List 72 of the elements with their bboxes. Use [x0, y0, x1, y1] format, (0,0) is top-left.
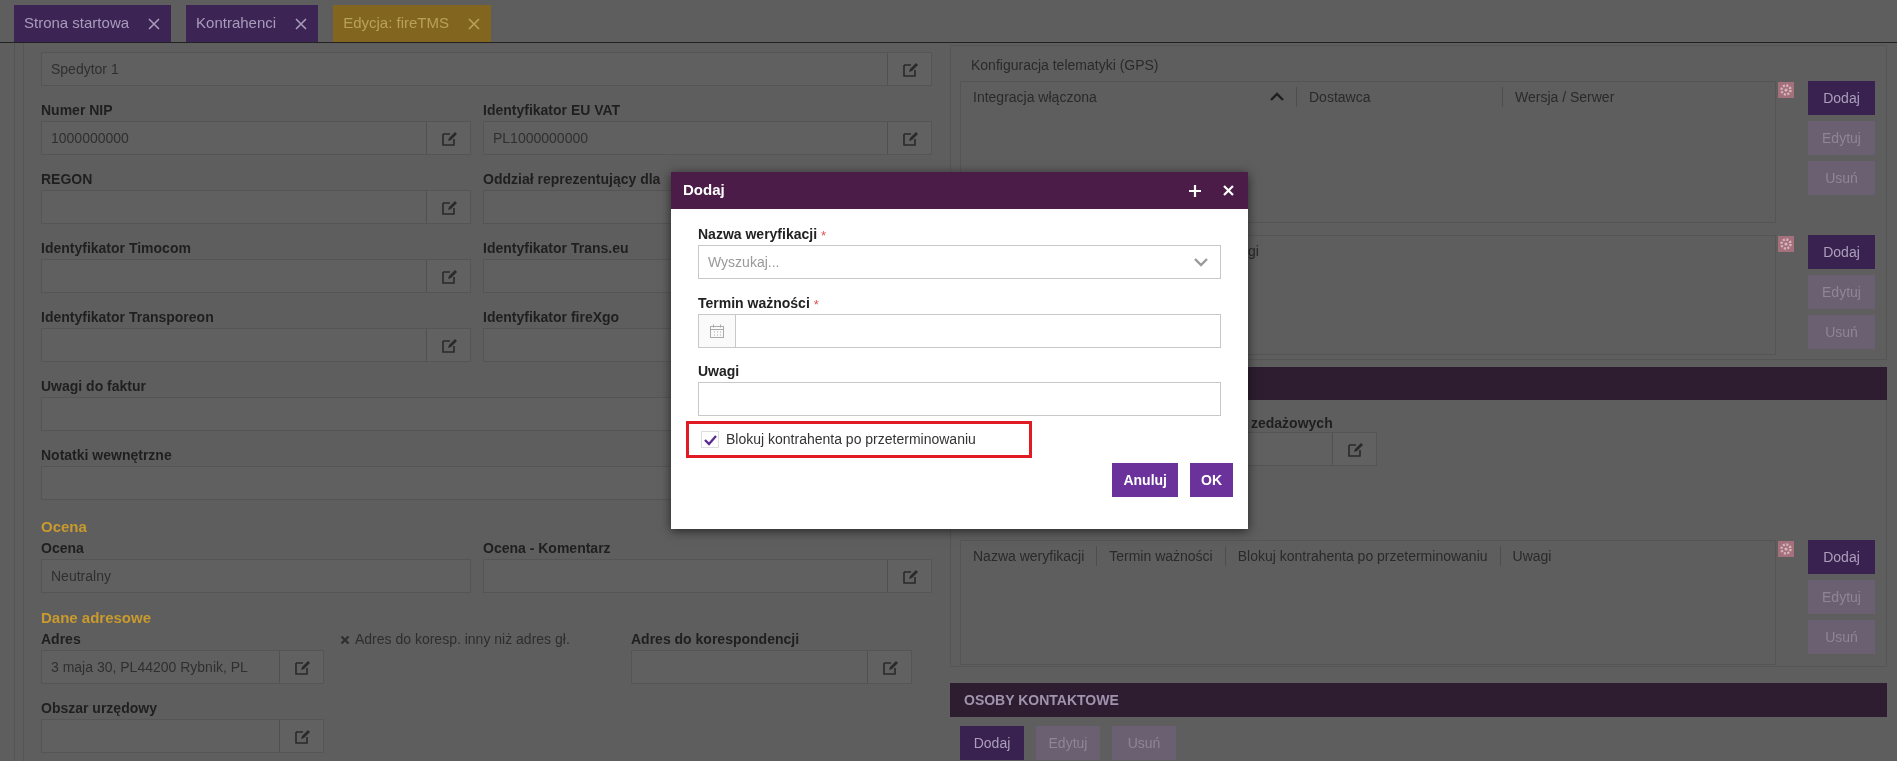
close-icon — [467, 16, 481, 31]
tab[interactable]: Strona startowa — [14, 5, 172, 42]
section-heading: Dane adresowe — [41, 607, 153, 628]
field-label: REGON — [41, 170, 94, 189]
input-field[interactable] — [698, 382, 1221, 416]
edit-icon — [880, 658, 899, 676]
action-button[interactable]: Dodaj — [1808, 81, 1875, 115]
settings-icon — [1778, 541, 1794, 557]
text-field[interactable] — [483, 559, 932, 593]
caret-icon — [1270, 92, 1284, 102]
placeholder-text: Wyszukaj... — [708, 252, 780, 272]
edit-icon — [439, 336, 458, 354]
edit-icon — [439, 129, 458, 147]
field-label: Uwagi do faktur — [41, 377, 147, 396]
settings-icon — [1778, 236, 1794, 252]
text-field[interactable] — [41, 328, 471, 362]
dialog-button[interactable]: Anuluj — [1112, 463, 1178, 497]
field-label: Nazwa weryfikacji — [698, 224, 818, 244]
tab[interactable]: Edycja: fireTMS — [333, 5, 491, 42]
settings-icon — [1778, 82, 1794, 98]
field-label: Identyfikator EU VAT — [483, 101, 622, 120]
close-icon — [294, 16, 309, 31]
tab[interactable]: Kontrahenci — [186, 5, 319, 42]
field-label: Identyfikator Transporeon — [41, 308, 215, 327]
field-label: Adres — [41, 630, 82, 649]
section-heading: Ocena — [41, 516, 88, 537]
dialog-title: Dodaj — [683, 180, 726, 201]
field-label: Identyfikator fireXgo — [483, 308, 621, 327]
field-label: Termin ważności — [698, 293, 810, 313]
checkbox-label: Blokuj kontrahenta po przeterminowaniu — [726, 430, 976, 449]
maximize-button[interactable] — [1188, 182, 1204, 199]
edit-icon — [439, 267, 458, 285]
section-header-bar: OSOBY KONTAKTOWE — [950, 683, 1887, 717]
field-label: Notatki wewnętrzne — [41, 446, 173, 465]
field-label: Identyfikator Timocom — [41, 239, 192, 258]
edit-icon — [900, 129, 919, 147]
edit-icon — [292, 658, 311, 676]
text-field[interactable] — [41, 719, 324, 753]
select-field[interactable]: Wyszukaj... — [698, 245, 1221, 279]
checkmark-icon — [703, 433, 717, 446]
required-mark: * — [821, 227, 827, 246]
text-field[interactable] — [41, 190, 471, 224]
field-label: Identyfikator Trans.eu — [483, 239, 630, 258]
close-icon — [340, 634, 350, 645]
field-label: Numer NIP — [41, 101, 114, 120]
close-button[interactable] — [1222, 183, 1236, 198]
field-label: Adres do korespondencji — [631, 630, 801, 649]
action-button[interactable]: Dodaj — [1808, 540, 1875, 574]
text-field[interactable] — [41, 259, 471, 293]
edit-icon — [900, 60, 919, 78]
edit-icon — [292, 727, 311, 745]
edit-icon — [439, 198, 458, 216]
date-field[interactable] — [698, 314, 1221, 348]
action-button[interactable]: Dodaj — [960, 726, 1024, 760]
checkbox[interactable] — [701, 431, 719, 448]
field-label: Uwagi — [698, 361, 740, 381]
dialog-button[interactable]: OK — [1190, 463, 1233, 497]
field-label: Oddział reprezentujący dla — [483, 170, 662, 189]
field-label: Ocena — [41, 539, 85, 558]
text-field[interactable] — [631, 650, 912, 684]
field-label: zedażowych — [1250, 414, 1334, 432]
calendar-icon — [710, 324, 724, 338]
chevron-down-icon — [1194, 257, 1208, 267]
required-mark: * — [813, 296, 819, 315]
edit-icon — [1345, 440, 1364, 458]
action-button[interactable]: Dodaj — [1808, 235, 1875, 269]
plus-icon — [1188, 183, 1202, 198]
field-label: Obszar urzędowy — [41, 699, 158, 718]
edit-icon — [900, 567, 919, 585]
field-label: Ocena - Komentarz — [483, 539, 612, 558]
close-icon — [1222, 184, 1235, 197]
close-icon — [147, 16, 162, 31]
